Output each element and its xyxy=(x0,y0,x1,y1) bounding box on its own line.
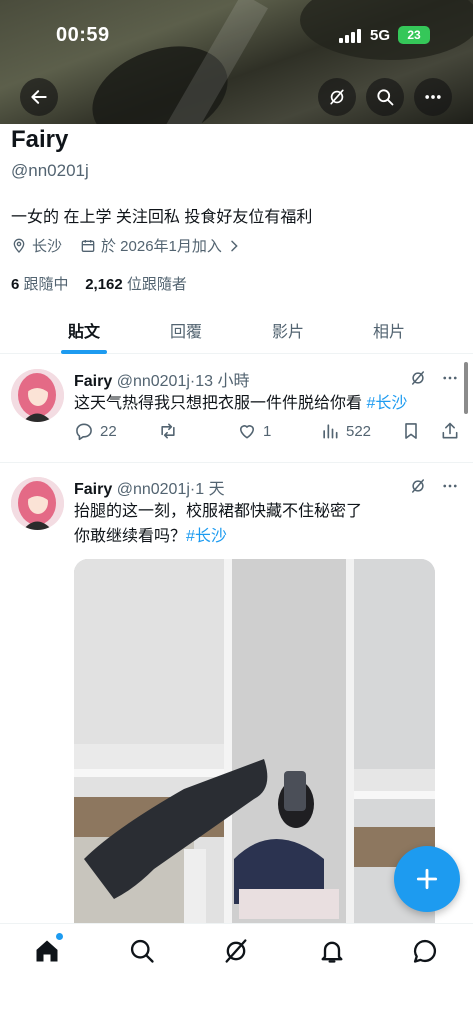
bookmark-button[interactable] xyxy=(401,421,427,441)
avatar-image xyxy=(11,369,64,422)
more-icon[interactable] xyxy=(441,477,459,495)
avatar[interactable] xyxy=(11,369,64,422)
bottom-navigation xyxy=(0,923,473,1024)
reply-count: 22 xyxy=(100,422,117,440)
network-type: 5G xyxy=(370,27,391,44)
tweet-body-line: 你敢继续看吗？ xyxy=(74,528,187,545)
chevron-right-icon[interactable] xyxy=(226,238,242,254)
heart-icon xyxy=(239,425,255,439)
home-icon xyxy=(36,940,58,962)
profile-name: Fairy xyxy=(11,126,69,153)
search-icon xyxy=(377,89,394,106)
grok-icon xyxy=(225,939,247,963)
profile-joined: 於 2026年1月加入 xyxy=(101,238,222,255)
reply-button[interactable]: 22 xyxy=(74,421,117,441)
nav-grok[interactable] xyxy=(222,937,252,967)
chat-bubble-icon xyxy=(413,939,437,963)
signal-icon xyxy=(339,29,363,43)
more-icon xyxy=(425,95,441,99)
tab-label: 影片 xyxy=(271,324,304,341)
nav-messages[interactable] xyxy=(411,937,441,967)
grok-button[interactable] xyxy=(318,78,356,116)
tweet-header: Fairy @nn0201j·1 天 xyxy=(74,481,225,498)
like-count: 1 xyxy=(263,422,272,440)
following-label: 跟隨中 xyxy=(23,276,69,293)
share-icon xyxy=(442,422,458,439)
share-button[interactable] xyxy=(440,421,466,441)
media-photo xyxy=(74,559,435,939)
tweet-author-handle: @nn0201j xyxy=(116,373,190,390)
tweet-text: 这天气热得我只想把衣服一件件脱给你看 #长沙 xyxy=(74,391,454,416)
back-button[interactable] xyxy=(20,78,58,116)
following-link[interactable]: 6 跟隨中 xyxy=(11,276,69,293)
tab-label: 貼文 xyxy=(67,324,100,341)
tweet-time: 13 小時 xyxy=(195,373,250,390)
profile-meta: 长沙 於 2026年1月加入 xyxy=(11,235,247,256)
grok-icon[interactable] xyxy=(409,477,427,495)
hashtag-link[interactable]: #长沙 xyxy=(366,395,407,412)
views-icon xyxy=(323,424,338,439)
calendar-icon xyxy=(81,239,95,252)
grok-icon xyxy=(330,89,344,105)
avatar-image xyxy=(11,477,64,530)
views-button[interactable]: 522 xyxy=(320,421,371,441)
profile-bio: 一女的 在上学 关注回私 投食好友位有福利 xyxy=(11,209,313,226)
plus-icon xyxy=(416,868,438,890)
repost-button[interactable] xyxy=(158,421,184,441)
repost-icon xyxy=(161,423,175,439)
tweet-time: 1 天 xyxy=(195,481,225,498)
bookmark-icon xyxy=(405,423,417,439)
tweet-media-image[interactable] xyxy=(74,559,435,939)
more-icon[interactable] xyxy=(441,369,459,387)
view-count: 522 xyxy=(346,422,372,440)
bell-icon xyxy=(321,941,343,963)
tweet-author-name[interactable]: Fairy xyxy=(74,373,112,390)
tweet[interactable]: Fairy @nn0201j·13 小時 这天气热得我只想把衣服一件件脱给你看 … xyxy=(0,355,473,463)
battery-level: 23 xyxy=(407,28,421,42)
followers-link[interactable]: 2,162 位跟隨者 xyxy=(85,276,187,293)
tab-label: 回覆 xyxy=(169,324,202,341)
following-count: 6 xyxy=(11,276,20,293)
tab-label: 相片 xyxy=(372,324,405,341)
tweet-top-icons xyxy=(409,477,459,495)
status-time: 00:59 xyxy=(56,24,110,46)
followers-count: 2,162 xyxy=(85,276,123,293)
tweet-body: 这天气热得我只想把衣服一件件脱给你看 xyxy=(74,395,363,412)
profile-location: 长沙 xyxy=(32,238,63,255)
like-button[interactable]: 1 xyxy=(237,421,271,441)
arrow-left-icon xyxy=(31,90,47,104)
tab-photos[interactable]: 相片 xyxy=(325,306,453,354)
hashtag-link[interactable]: #长沙 xyxy=(186,528,227,545)
follow-stats: 6 跟隨中 2,162 位跟隨者 xyxy=(11,273,187,294)
nav-notifications[interactable] xyxy=(318,937,348,967)
status-bar: 00:59 5G 23 xyxy=(0,20,473,52)
tweet-author-handle: @nn0201j xyxy=(116,481,190,498)
search-button[interactable] xyxy=(366,78,404,116)
tweet-text: 抬腿的这一刻，校服裙都快藏不住秘密了 你敢继续看吗？#长沙 xyxy=(74,499,454,549)
followers-label: 位跟隨者 xyxy=(126,276,187,293)
profile-handle: @nn0201j xyxy=(11,161,89,180)
tweet-author-name[interactable]: Fairy xyxy=(74,481,112,498)
location-icon xyxy=(13,238,25,253)
avatar[interactable] xyxy=(11,477,64,530)
tweet-body-line: 抬腿的这一刻，校服裙都快藏不住秘密了 xyxy=(74,503,363,520)
search-icon xyxy=(130,939,154,963)
tweet-header: Fairy @nn0201j·13 小時 xyxy=(74,373,250,390)
tweet-top-icons xyxy=(409,369,459,387)
reply-icon xyxy=(76,423,92,441)
nav-search[interactable] xyxy=(128,937,158,967)
more-options-button[interactable] xyxy=(414,78,452,116)
nav-home[interactable] xyxy=(33,933,63,967)
profile-tabs: 貼文 回覆 影片 相片 xyxy=(0,306,473,354)
active-tab-indicator xyxy=(61,350,107,354)
compose-button[interactable] xyxy=(394,846,460,912)
notification-dot xyxy=(56,933,63,940)
grok-icon[interactable] xyxy=(409,369,427,387)
battery-icon: 23 xyxy=(398,26,430,44)
tweet-actions: 22 1 522 xyxy=(74,421,464,445)
